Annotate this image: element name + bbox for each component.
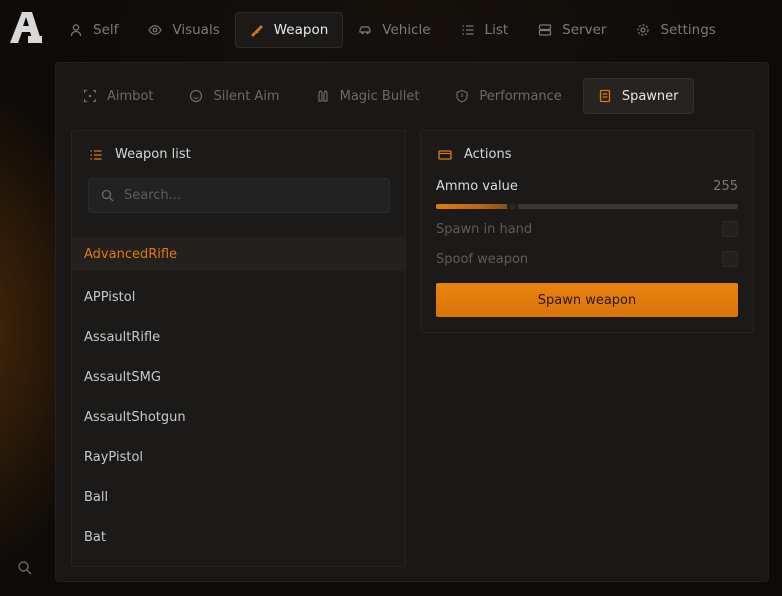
user-icon	[69, 23, 83, 37]
ammo-slider[interactable]	[436, 201, 738, 212]
spawn-in-hand-row: Spawn in hand	[436, 221, 738, 237]
ammo-slider-handle[interactable]	[506, 201, 518, 212]
tab-vehicle[interactable]: Vehicle	[343, 12, 445, 48]
ammo-row: Ammo value 255	[436, 179, 738, 194]
tab-self-label: Self	[93, 22, 119, 38]
weapon-icon	[250, 23, 264, 37]
subtab-silent-aim[interactable]: Silent Aim	[174, 78, 294, 114]
ammo-label: Ammo value	[436, 179, 518, 194]
weapon-item-assaultshotgun[interactable]: AssaultShotgun	[72, 397, 405, 437]
tab-settings[interactable]: Settings	[621, 12, 730, 48]
search-icon	[101, 189, 114, 202]
tab-vehicle-label: Vehicle	[382, 22, 431, 38]
weapon-item-ball[interactable]: Ball	[72, 477, 405, 517]
server-icon	[538, 23, 552, 37]
subtab-aimbot[interactable]: Aimbot	[68, 78, 168, 114]
subtab-performance[interactable]: Performance	[440, 78, 576, 114]
search-icon[interactable]	[17, 560, 33, 576]
weapon-item-raypistol[interactable]: RayPistol	[72, 437, 405, 477]
tab-weapon-label: Weapon	[273, 22, 329, 38]
actions-title: Actions	[464, 147, 512, 162]
tab-list[interactable]: List	[446, 12, 524, 48]
weapon-item-assaultsmg[interactable]: AssaultSMG	[72, 357, 405, 397]
eye-icon	[148, 23, 163, 37]
tab-self[interactable]: Self	[54, 12, 133, 48]
spoof-weapon-checkbox[interactable]	[722, 251, 738, 267]
weapon-search[interactable]	[88, 178, 390, 213]
subtab-spawner[interactable]: Spawner	[582, 78, 694, 114]
list-icon	[461, 23, 475, 37]
main-panel: Aimbot Silent Aim Magic Bullet Performan…	[55, 62, 769, 582]
subtab-aimbot-label: Aimbot	[107, 88, 154, 104]
document-icon	[598, 89, 612, 103]
tab-settings-label: Settings	[660, 22, 716, 38]
ammo-value: 255	[713, 179, 738, 194]
weapon-item-assaultrifle[interactable]: AssaultRifle	[72, 317, 405, 357]
spoof-weapon-label: Spoof weapon	[436, 251, 529, 267]
actions-card: Actions Ammo value 255 Spawn in hand Spo…	[420, 130, 754, 333]
tab-visuals-label: Visuals	[172, 22, 220, 38]
weapon-search-input[interactable]	[124, 188, 364, 203]
subtab-silent-aim-label: Silent Aim	[213, 88, 280, 104]
bullets-icon	[316, 89, 330, 103]
console-icon	[438, 148, 452, 162]
subtab-magic-bullet[interactable]: Magic Bullet	[301, 78, 435, 114]
spoof-weapon-row: Spoof weapon	[436, 251, 738, 267]
ammo-slider-fill	[436, 204, 512, 209]
sub-nav: Aimbot Silent Aim Magic Bullet Performan…	[68, 78, 700, 114]
tab-list-label: List	[484, 22, 509, 38]
weapon-list-title: Weapon list	[115, 147, 191, 162]
subtab-magic-bullet-label: Magic Bullet	[339, 88, 420, 104]
weapon-list: AdvancedRifle APPistol AssaultRifle Assa…	[72, 237, 405, 557]
smiley-icon	[189, 89, 203, 103]
weapon-list-header: Weapon list	[89, 147, 191, 162]
tab-weapon[interactable]: Weapon	[234, 12, 344, 48]
tab-server-label: Server	[562, 22, 607, 38]
subtab-performance-label: Performance	[479, 88, 562, 104]
spawn-weapon-button[interactable]: Spawn weapon	[436, 283, 738, 317]
spawn-in-hand-checkbox[interactable]	[722, 221, 738, 237]
car-icon	[358, 23, 372, 37]
tab-server[interactable]: Server	[523, 12, 621, 48]
weapon-item-bat[interactable]: Bat	[72, 517, 405, 557]
weapon-list-card: Weapon list AdvancedRifle APPistol Assau…	[71, 130, 406, 567]
gear-icon	[636, 23, 650, 37]
spawn-in-hand-label: Spawn in hand	[436, 221, 533, 237]
subtab-spawner-label: Spawner	[621, 88, 679, 104]
crosshair-icon	[83, 89, 97, 103]
weapon-item-appistol[interactable]: APPistol	[72, 277, 405, 317]
actions-header: Actions	[438, 147, 512, 162]
shield-icon	[455, 89, 469, 103]
app-logo	[10, 12, 42, 43]
weapon-item-advancedrifle[interactable]: AdvancedRifle	[72, 237, 405, 271]
tab-visuals[interactable]: Visuals	[133, 12, 234, 48]
top-nav: Self Visuals Weapon Vehicle List Server	[54, 12, 731, 48]
list-icon	[89, 148, 103, 162]
